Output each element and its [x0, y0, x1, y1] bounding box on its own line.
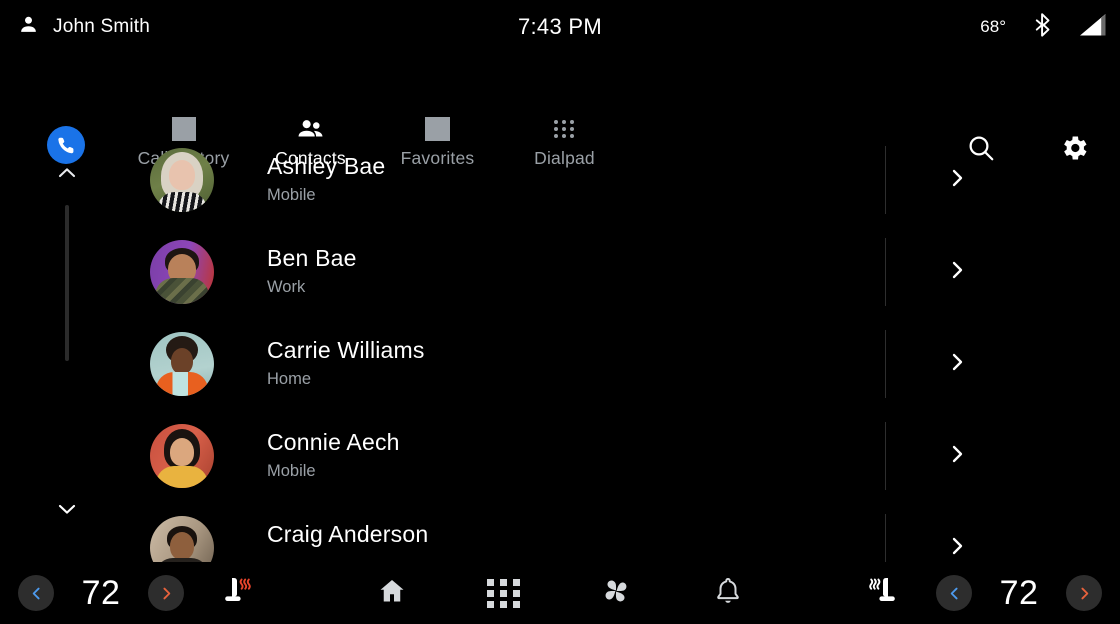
- bottom-bar: 72 72: [0, 562, 1120, 624]
- clock: 7:43 PM: [517, 14, 603, 39]
- row-divider: [885, 238, 886, 306]
- contact-details-button[interactable]: [935, 134, 979, 226]
- home-button[interactable]: [365, 566, 419, 620]
- list-item[interactable]: Carrie Williams Home: [0, 318, 1120, 410]
- contact-text: Ben Bae Work: [267, 244, 357, 299]
- avatar: [150, 332, 214, 396]
- status-bar: John Smith 7:43 PM 68°: [0, 0, 1120, 54]
- outside-temperature: 68°: [980, 17, 1006, 36]
- contact-text: Connie Aech Mobile: [267, 428, 400, 483]
- notifications-button[interactable]: [701, 566, 755, 620]
- contacts-list-area: Ashley Bae Mobile Ben Bae Work Carrie Wi…: [0, 134, 1120, 562]
- apps-button[interactable]: [477, 566, 531, 620]
- driver-temperature: 72: [81, 573, 121, 612]
- user-name: John Smith: [53, 16, 151, 37]
- avatar: [150, 424, 214, 488]
- contact-name: Connie Aech: [267, 429, 400, 455]
- contact-details-button[interactable]: [935, 502, 979, 562]
- driver-climate: 72: [18, 574, 184, 613]
- status-indicators: 68°: [980, 0, 1106, 54]
- contact-name: Carrie Williams: [267, 337, 425, 363]
- driver-temp-decrease-button[interactable]: [18, 575, 54, 611]
- contact-name: Ben Bae: [267, 245, 357, 271]
- driver-heated-seat-button[interactable]: [210, 575, 262, 612]
- contact-details-button[interactable]: [935, 226, 979, 318]
- contact-label: Work: [267, 278, 306, 296]
- avatar: [150, 240, 214, 304]
- avatar: [150, 148, 214, 212]
- contact-name: Ashley Bae: [267, 153, 386, 179]
- list-item[interactable]: Craig Anderson: [0, 502, 1120, 562]
- chevron-right-icon: [945, 534, 969, 563]
- passenger-temperature: 72: [999, 573, 1039, 612]
- contact-name: Craig Anderson: [267, 521, 429, 547]
- heated-seat-icon: [218, 575, 254, 612]
- infotainment-screen: John Smith 7:43 PM 68° Contacts Favorite…: [0, 0, 1120, 624]
- grid-apps-icon: [486, 578, 522, 608]
- contact-label: Mobile: [267, 462, 316, 480]
- avatar: [150, 516, 214, 562]
- chevron-right-icon: [945, 166, 969, 195]
- passenger-temp-increase-button[interactable]: [1066, 575, 1102, 611]
- climate-button[interactable]: [589, 566, 643, 620]
- contact-label: Mobile: [267, 186, 316, 204]
- contact-text: Craig Anderson: [267, 520, 428, 551]
- bluetooth-icon: [1032, 12, 1054, 42]
- row-divider: [885, 146, 886, 214]
- passenger-heated-seat-button[interactable]: [858, 575, 910, 612]
- home-icon: [377, 576, 407, 611]
- app-bar: Call History Contacts Favorites Dialpad: [0, 54, 1120, 168]
- row-divider: [885, 330, 886, 398]
- chevron-right-icon: [945, 258, 969, 287]
- row-divider: [885, 422, 886, 490]
- contacts-list: Ashley Bae Mobile Ben Bae Work Carrie Wi…: [0, 134, 1120, 562]
- list-item[interactable]: Ben Bae Work: [0, 226, 1120, 318]
- person-icon: [18, 14, 39, 40]
- driver-temp-increase-button[interactable]: [148, 575, 184, 611]
- signal-bars-icon: [1080, 13, 1106, 41]
- row-divider: [885, 514, 886, 562]
- passenger-temp-decrease-button[interactable]: [936, 575, 972, 611]
- left-climate-controls: 72: [18, 574, 262, 613]
- bell-icon: [714, 576, 742, 611]
- chevron-right-icon: [945, 350, 969, 379]
- contact-label: Home: [267, 370, 312, 388]
- right-climate-controls: 72: [858, 574, 1102, 613]
- contact-details-button[interactable]: [935, 410, 979, 502]
- user-profile[interactable]: John Smith: [18, 14, 150, 40]
- list-item[interactable]: Connie Aech Mobile: [0, 410, 1120, 502]
- heated-seat-icon: [866, 575, 902, 612]
- contact-text: Carrie Williams Home: [267, 336, 425, 391]
- contact-details-button[interactable]: [935, 318, 979, 410]
- chevron-right-icon: [945, 442, 969, 471]
- passenger-climate: 72: [936, 574, 1102, 613]
- contact-text: Ashley Bae Mobile: [267, 152, 385, 207]
- fan-icon: [600, 575, 632, 612]
- list-item[interactable]: Ashley Bae Mobile: [0, 134, 1120, 226]
